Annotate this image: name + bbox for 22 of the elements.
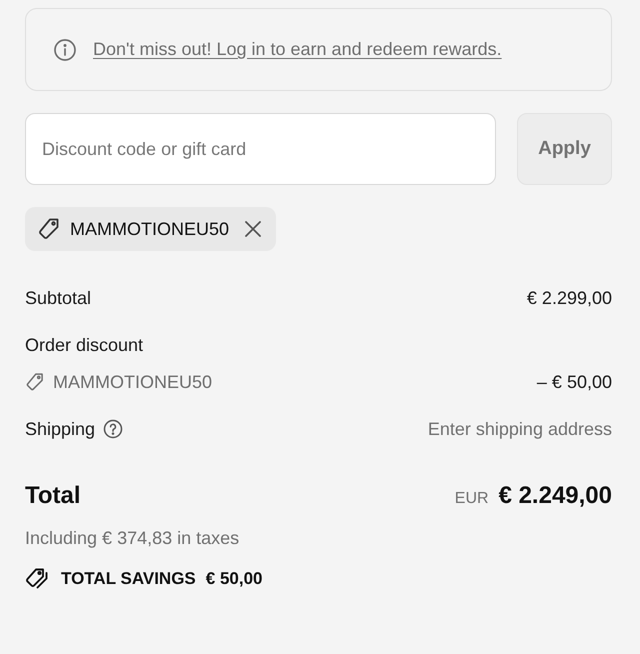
summary-value: Enter shipping address	[428, 418, 612, 441]
discount-code-field[interactable]: Discount code or gift card	[25, 113, 496, 185]
total-amount: € 2.249,00	[498, 481, 612, 511]
rewards-login-link[interactable]: Don't miss out! Log in to earn and redeem rewards.	[93, 39, 502, 60]
summary-label: Order discount	[25, 334, 144, 357]
tag-icon	[25, 372, 45, 392]
chip-code: MAMMOTIONEU50	[70, 218, 230, 240]
help-icon[interactable]	[103, 419, 124, 439]
total-savings-amount: € 50,00	[206, 568, 262, 590]
tag-icon	[37, 217, 61, 241]
summary-label: Subtotal	[25, 287, 92, 310]
close-icon[interactable]	[244, 220, 262, 238]
currency-code: EUR	[454, 489, 489, 509]
summary-label: Shipping	[25, 418, 96, 441]
discount-code: MAMMOTIONEU50	[53, 371, 212, 394]
summary-value: € 2.299,00	[526, 287, 612, 310]
total-savings-label: TOTAL SAVINGS	[61, 568, 196, 590]
taxes-note: Including € 374,83 in taxes	[25, 527, 240, 550]
total-label: Total	[25, 481, 81, 511]
info-icon	[53, 38, 77, 62]
discount-value: – € 50,00	[536, 371, 612, 394]
apply-button[interactable]: Apply	[517, 113, 612, 185]
